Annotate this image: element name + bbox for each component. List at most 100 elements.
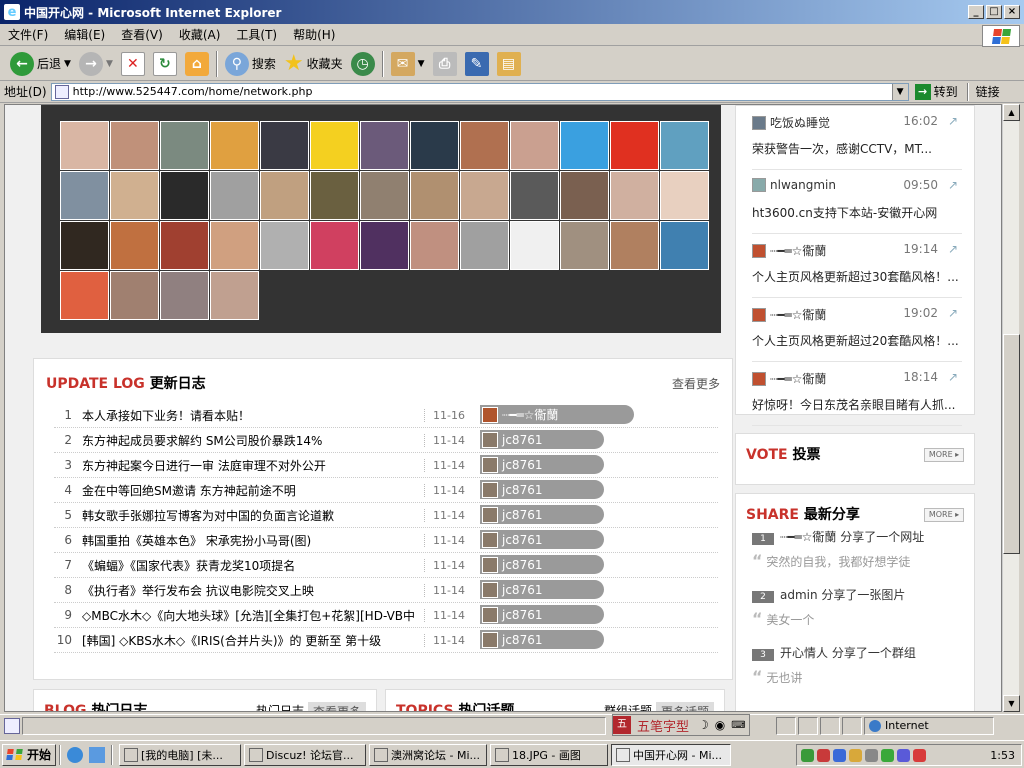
- friend-avatar[interactable]: [60, 171, 109, 220]
- share-more-button[interactable]: MORE ▸: [924, 508, 964, 522]
- friend-avatar[interactable]: [560, 171, 609, 220]
- friend-avatar[interactable]: [210, 171, 259, 220]
- friend-avatar[interactable]: [610, 221, 659, 270]
- row-user-pill[interactable]: jc8761: [480, 530, 604, 549]
- desktop-quicklaunch-icon[interactable]: [89, 746, 106, 763]
- scroll-up-icon[interactable]: ▲: [1003, 104, 1020, 121]
- friend-avatar[interactable]: [510, 171, 559, 220]
- address-dropdown-icon[interactable]: ▼: [891, 83, 908, 100]
- topics-tab-group[interactable]: 群组话题: [604, 702, 652, 711]
- friend-avatar[interactable]: [360, 171, 409, 220]
- feed-user[interactable]: 吃饭ぬ睡觉: [752, 114, 830, 131]
- feed-user-name[interactable]: ┈━═☆衞蘭: [770, 306, 826, 323]
- share-text[interactable]: ┈━═☆衞蘭 分享了一个网址: [780, 530, 924, 544]
- vertical-scrollbar[interactable]: ▲ ▼: [1002, 104, 1020, 712]
- friend-avatar[interactable]: [210, 121, 259, 170]
- address-input[interactable]: http://www.525447.com/home/network.php ▼: [50, 82, 909, 101]
- friend-avatar[interactable]: [410, 171, 459, 220]
- row-title-link[interactable]: [韩国] ◇KBS水木◇《IRIS(合并片头)》的 更新至 第十级: [82, 632, 424, 649]
- feed-user-name[interactable]: ┈━═☆衞蘭: [770, 242, 826, 259]
- menu-help[interactable]: 帮助(H): [285, 26, 343, 43]
- friend-avatar[interactable]: [60, 121, 109, 170]
- forward-button[interactable]: → ▼: [75, 50, 117, 78]
- tray-monitor-icon[interactable]: [897, 748, 910, 762]
- friend-avatar[interactable]: [110, 121, 159, 170]
- friend-avatar[interactable]: [660, 171, 709, 220]
- friend-avatar[interactable]: [160, 271, 209, 320]
- menu-edit[interactable]: 编辑(E): [56, 26, 113, 43]
- home-button[interactable]: ⌂: [181, 50, 213, 78]
- print-button[interactable]: ⎙: [429, 50, 461, 78]
- maximize-button[interactable]: □: [986, 5, 1002, 19]
- stop-button[interactable]: ✕: [117, 50, 149, 78]
- tray-app-icon[interactable]: [865, 748, 878, 762]
- friend-avatar[interactable]: [610, 121, 659, 170]
- row-user-pill[interactable]: ┈━═☆衞蘭: [480, 405, 634, 424]
- row-title-link[interactable]: 韩国重拍《英雄本色》 宋承宪扮小马哥(图): [82, 532, 424, 549]
- feed-user[interactable]: ┈━═☆衞蘭: [752, 242, 826, 259]
- friend-avatar[interactable]: [460, 171, 509, 220]
- friend-avatar[interactable]: [610, 171, 659, 220]
- share-arrow-icon[interactable]: ↗: [948, 242, 958, 256]
- blog-more-link[interactable]: 查看更多: [307, 702, 366, 711]
- favorites-button[interactable]: ★ 收藏夹: [280, 50, 347, 78]
- scroll-down-icon[interactable]: ▼: [1003, 695, 1020, 712]
- taskbar-window-button[interactable]: 中国开心网 - Mi...: [611, 743, 732, 766]
- scroll-thumb[interactable]: [1003, 334, 1020, 554]
- menu-favorites[interactable]: 收藏(A): [171, 26, 229, 43]
- feed-user-name[interactable]: 吃饭ぬ睡觉: [770, 114, 830, 131]
- friend-avatar[interactable]: [660, 221, 709, 270]
- taskbar-window-button[interactable]: [我的电脑] [未...: [119, 743, 242, 766]
- friend-avatar[interactable]: [510, 221, 559, 270]
- friend-avatar[interactable]: [310, 171, 359, 220]
- feed-user[interactable]: nlwangmin: [752, 178, 836, 192]
- friend-avatar[interactable]: [660, 121, 709, 170]
- punctuation-icon[interactable]: ◉: [712, 718, 728, 732]
- friend-avatar[interactable]: [60, 221, 109, 270]
- friend-avatar[interactable]: [410, 221, 459, 270]
- keyboard-icon[interactable]: ⌨: [728, 720, 748, 731]
- row-user-pill[interactable]: jc8761: [480, 555, 604, 574]
- friend-avatar[interactable]: [410, 121, 459, 170]
- taskbar-window-button[interactable]: Discuz! 论坛官...: [244, 743, 367, 766]
- vote-more-button[interactable]: MORE ▸: [924, 448, 964, 462]
- friend-avatar[interactable]: [110, 171, 159, 220]
- row-user-pill[interactable]: jc8761: [480, 605, 604, 624]
- feed-user-name[interactable]: ┈━═☆衞蘭: [770, 370, 826, 387]
- friend-avatar[interactable]: [460, 121, 509, 170]
- back-button[interactable]: ← 后退 ▼: [6, 50, 75, 78]
- friend-avatar[interactable]: [110, 221, 159, 270]
- row-user-pill[interactable]: jc8761: [480, 430, 604, 449]
- tray-network-icon[interactable]: [833, 748, 846, 762]
- tray-shield-icon[interactable]: [849, 748, 862, 762]
- history-button[interactable]: ◷: [347, 50, 379, 78]
- minimize-button[interactable]: _: [968, 5, 984, 19]
- friend-avatar[interactable]: [260, 221, 309, 270]
- search-button[interactable]: ⚲ 搜索: [221, 50, 280, 78]
- friend-avatar[interactable]: [360, 121, 409, 170]
- taskbar-window-button[interactable]: 澳洲窝论坛 - Mi...: [369, 743, 488, 766]
- share-arrow-icon[interactable]: ↗: [948, 114, 958, 128]
- share-text[interactable]: 开心情人 分享了一个群组: [780, 646, 916, 660]
- friend-avatar[interactable]: [210, 271, 259, 320]
- menu-tools[interactable]: 工具(T): [228, 26, 285, 43]
- title-bar[interactable]: e 中国开心网 - Microsoft Internet Explorer _ …: [0, 0, 1024, 24]
- mail-dropdown-icon[interactable]: ▼: [418, 59, 425, 69]
- row-user-pill[interactable]: jc8761: [480, 480, 604, 499]
- row-title-link[interactable]: 东方神起成员要求解约 SM公司股价暴跌14%: [82, 432, 424, 449]
- topics-more-link[interactable]: 更多话题: [655, 702, 714, 711]
- row-title-link[interactable]: 东方神起案今日进行一审 法庭审理不对外公开: [82, 457, 424, 474]
- feed-text[interactable]: ht3600.cn支持下本站-安徽开心网: [752, 204, 962, 221]
- blog-tab-hot[interactable]: 热门日志: [256, 702, 304, 711]
- friend-avatar[interactable]: [560, 221, 609, 270]
- friend-avatar[interactable]: [260, 121, 309, 170]
- friend-avatar[interactable]: [510, 121, 559, 170]
- taskbar-window-button[interactable]: 18.JPG - 画图: [490, 743, 609, 766]
- moon-icon[interactable]: ☽: [695, 718, 712, 732]
- start-button[interactable]: 开始: [2, 743, 57, 766]
- feed-text[interactable]: 好惊呀！今日东茂名亲眼目睹有人抓...: [752, 396, 962, 413]
- menu-file[interactable]: 文件(F): [0, 26, 56, 43]
- feed-user[interactable]: ┈━═☆衞蘭: [752, 306, 826, 323]
- row-title-link[interactable]: 《蝙蝠》《国家代表》获青龙奖10项提名: [82, 557, 424, 574]
- menu-view[interactable]: 查看(V): [113, 26, 171, 43]
